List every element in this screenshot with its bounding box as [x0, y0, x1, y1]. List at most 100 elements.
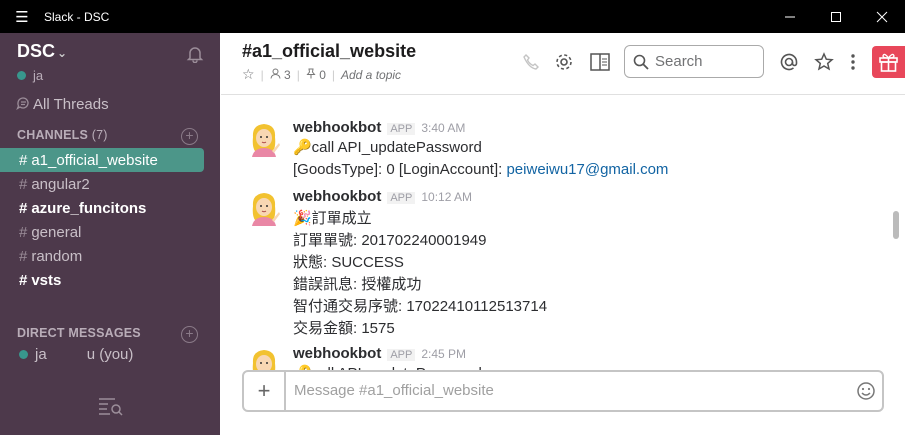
- channel-label: azure_funcitons: [31, 199, 147, 217]
- message-line: 交易金額: 1575: [293, 320, 395, 337]
- members-count: 3: [284, 67, 291, 82]
- hash-icon: #: [19, 271, 28, 289]
- team-switcher[interactable]: DSC ⌄: [17, 41, 67, 62]
- team-name: DSC: [17, 41, 56, 61]
- sidebar-item-random[interactable]: # random: [0, 244, 204, 268]
- sidebar-item-a1-official-website[interactable]: # a1_official_website: [0, 148, 204, 172]
- sidebar: DSC ⌄ ja All Threads CHANNELS (7) + # a1_…: [0, 33, 220, 435]
- presence-dot: [17, 71, 26, 80]
- chevron-down-icon: ⌄: [57, 46, 68, 60]
- header-divider: [221, 94, 905, 95]
- message-input[interactable]: Message #a1_official_website: [294, 382, 494, 399]
- message-line: 狀態: SUCCESS: [293, 254, 404, 271]
- current-user[interactable]: ja: [17, 68, 43, 83]
- all-threads-label: All Threads: [33, 96, 109, 113]
- message-line: 智付通交易序號: 17022410112513714: [293, 298, 548, 315]
- direct-messages-label: DIRECT MESSAGES: [17, 326, 141, 340]
- dm-item-self[interactable]: ja u (you): [19, 346, 133, 363]
- message-line: 錯誤訊息: 授權成功: [293, 276, 422, 293]
- message-line: 🔑call API_updatePassword: [293, 139, 482, 156]
- channels-header[interactable]: CHANNELS (7): [17, 128, 108, 142]
- hash-icon: #: [19, 199, 28, 217]
- hamburger-icon[interactable]: ☰: [0, 8, 44, 26]
- search-input[interactable]: Search: [624, 45, 764, 78]
- sidebar-item-vsts[interactable]: # vsts: [0, 268, 204, 292]
- gear-icon[interactable]: [553, 51, 575, 73]
- message-composer[interactable]: + Message #a1_official_website: [242, 370, 884, 412]
- search-placeholder: Search: [655, 53, 703, 70]
- hash-icon: #: [19, 175, 28, 193]
- members-button[interactable]: 3: [270, 68, 291, 82]
- divider: |: [296, 67, 300, 82]
- bot-avatar[interactable]: [246, 121, 282, 157]
- mentions-icon[interactable]: [778, 51, 800, 73]
- hash-icon: #: [19, 151, 28, 169]
- bot-avatar[interactable]: [246, 190, 282, 226]
- channel-label: angular2: [31, 175, 90, 193]
- person-icon: [270, 68, 281, 79]
- channels-header-label: CHANNELS: [17, 128, 89, 142]
- channel-label: a1_official_website: [31, 151, 158, 169]
- quick-switcher-icon[interactable]: [98, 396, 124, 416]
- timestamp[interactable]: 3:40 AM: [421, 121, 465, 135]
- pins-count: 0: [319, 67, 326, 82]
- timestamp[interactable]: 2:45 PM: [421, 347, 466, 361]
- message-header: webhookbot APP 2:45 PM: [293, 345, 466, 362]
- dm-you-label: u (you): [86, 346, 134, 363]
- channel-meta: ☆ | 3 | 0 | Add a topic: [242, 66, 401, 83]
- message-header: webhookbot APP 3:40 AM: [293, 119, 465, 136]
- channel-label: random: [31, 247, 83, 265]
- channels-count: (7): [91, 128, 108, 142]
- app-badge: APP: [387, 349, 416, 361]
- add-channel-icon[interactable]: +: [181, 128, 198, 145]
- sender-name[interactable]: webhookbot: [293, 345, 381, 362]
- timestamp[interactable]: 10:12 AM: [421, 190, 472, 204]
- title-bar: ☰ Slack - DSC: [0, 0, 905, 33]
- maximize-icon[interactable]: [813, 0, 859, 33]
- close-icon[interactable]: [859, 0, 905, 33]
- sidebar-item-azure-funcitons[interactable]: # azure_funcitons: [0, 196, 204, 220]
- add-dm-icon[interactable]: +: [181, 326, 198, 343]
- channel-title[interactable]: #a1_official_website: [242, 41, 416, 62]
- pin-icon: [306, 68, 316, 78]
- add-topic-link[interactable]: Add a topic: [341, 68, 401, 82]
- pins-button[interactable]: 0: [306, 68, 326, 82]
- direct-messages-header[interactable]: DIRECT MESSAGES: [17, 326, 141, 340]
- channel-label: general: [31, 223, 82, 241]
- sidebar-item-angular2[interactable]: # angular2: [0, 172, 204, 196]
- gift-icon[interactable]: [872, 46, 905, 78]
- sender-name[interactable]: webhookbot: [293, 188, 381, 205]
- details-panel-icon[interactable]: [589, 51, 611, 73]
- divider: |: [331, 67, 335, 82]
- bell-icon[interactable]: [186, 45, 204, 63]
- hash-icon: #: [19, 223, 28, 241]
- main-pane: #a1_official_website ☆ | 3 | 0 | Add a t…: [221, 33, 905, 435]
- hash-icon: #: [19, 247, 28, 265]
- message-text: [GoodsType]: 0 [LoginAccount]:: [293, 161, 507, 178]
- more-options-icon[interactable]: [842, 51, 864, 73]
- divider: |: [260, 67, 264, 82]
- app-badge: APP: [387, 123, 416, 135]
- message-header: webhookbot APP 10:12 AM: [293, 188, 472, 205]
- window-title: Slack - DSC: [44, 9, 110, 24]
- message-line: [GoodsType]: 0 [LoginAccount]: peiweiwu1…: [293, 161, 668, 178]
- attach-plus-button[interactable]: +: [244, 372, 286, 410]
- dm-user-name: ja: [35, 346, 47, 363]
- emoji-icon[interactable]: [856, 381, 876, 401]
- message-line: 訂單單號: 201702240001949: [293, 232, 487, 249]
- minimize-icon[interactable]: [767, 0, 813, 33]
- starred-items-icon[interactable]: [813, 51, 835, 73]
- current-user-name: ja: [33, 68, 44, 83]
- threads-icon: [16, 96, 30, 113]
- star-outline-icon[interactable]: ☆: [242, 66, 255, 83]
- search-icon: [633, 54, 649, 70]
- app-badge: APP: [387, 192, 416, 204]
- sender-name[interactable]: webhookbot: [293, 119, 381, 136]
- channel-label: vsts: [31, 271, 62, 289]
- presence-dot: [19, 350, 28, 359]
- email-link[interactable]: peiweiwu17@gmail.com: [506, 161, 668, 178]
- phone-icon[interactable]: [520, 51, 542, 73]
- scrollbar-thumb[interactable]: [893, 211, 899, 239]
- all-threads-link[interactable]: All Threads: [16, 96, 109, 113]
- sidebar-item-general[interactable]: # general: [0, 220, 204, 244]
